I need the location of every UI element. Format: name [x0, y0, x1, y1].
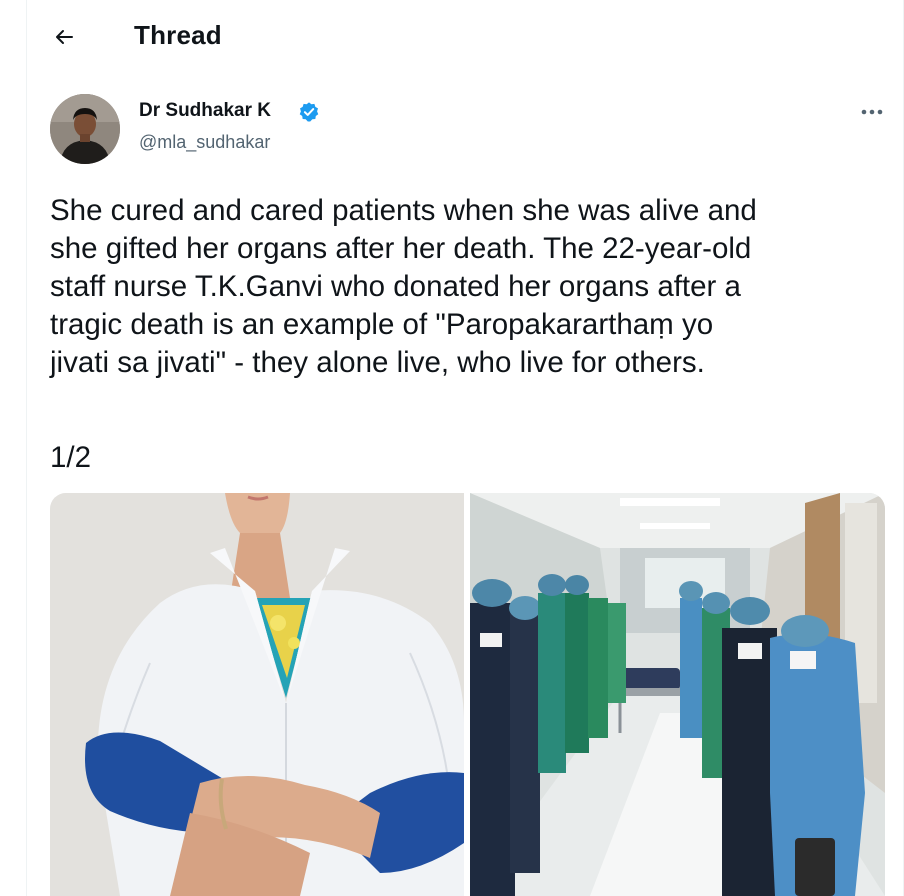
arrow-left-icon: [56, 30, 73, 44]
column-divider-left: [26, 0, 27, 896]
tweet-text-line: she gifted her organs after her death. T…: [50, 232, 752, 265]
tweet-text-line: staff nurse T.K.Ganvi who donated her or…: [50, 270, 741, 303]
thread-header: Thread: [0, 0, 904, 74]
tweet-media-grid: [50, 493, 885, 896]
thread-page: Thread Dr Sudhakar K @mla_sudhakar She c…: [0, 0, 904, 896]
media-photo-hospital-corridor[interactable]: [470, 493, 885, 896]
thread-count: 1/2: [50, 441, 92, 474]
back-button[interactable]: [44, 18, 84, 56]
hospital-corridor-image: [470, 493, 885, 896]
author-name[interactable]: Dr Sudhakar K: [139, 100, 271, 122]
avatar-photo: [50, 94, 120, 164]
page-title: Thread: [134, 20, 222, 50]
media-photo-nurse-portrait[interactable]: [50, 493, 464, 896]
tweet-text-line: She cured and cared patients when she wa…: [50, 194, 757, 227]
more-options-button[interactable]: [858, 100, 886, 124]
verified-badge-icon: [299, 102, 319, 122]
more-horizontal-icon: [861, 109, 883, 115]
tweet-text-line: tragic death is an example of "Paropakar…: [50, 308, 714, 341]
tweet-text-line: jivati sa jivati" - they alone live, who…: [50, 346, 705, 379]
tweet-text: She cured and cared patients when she wa…: [50, 192, 880, 382]
nurse-portrait-image: [50, 493, 464, 896]
avatar[interactable]: [50, 94, 120, 164]
author-handle[interactable]: @mla_sudhakar: [139, 132, 270, 153]
